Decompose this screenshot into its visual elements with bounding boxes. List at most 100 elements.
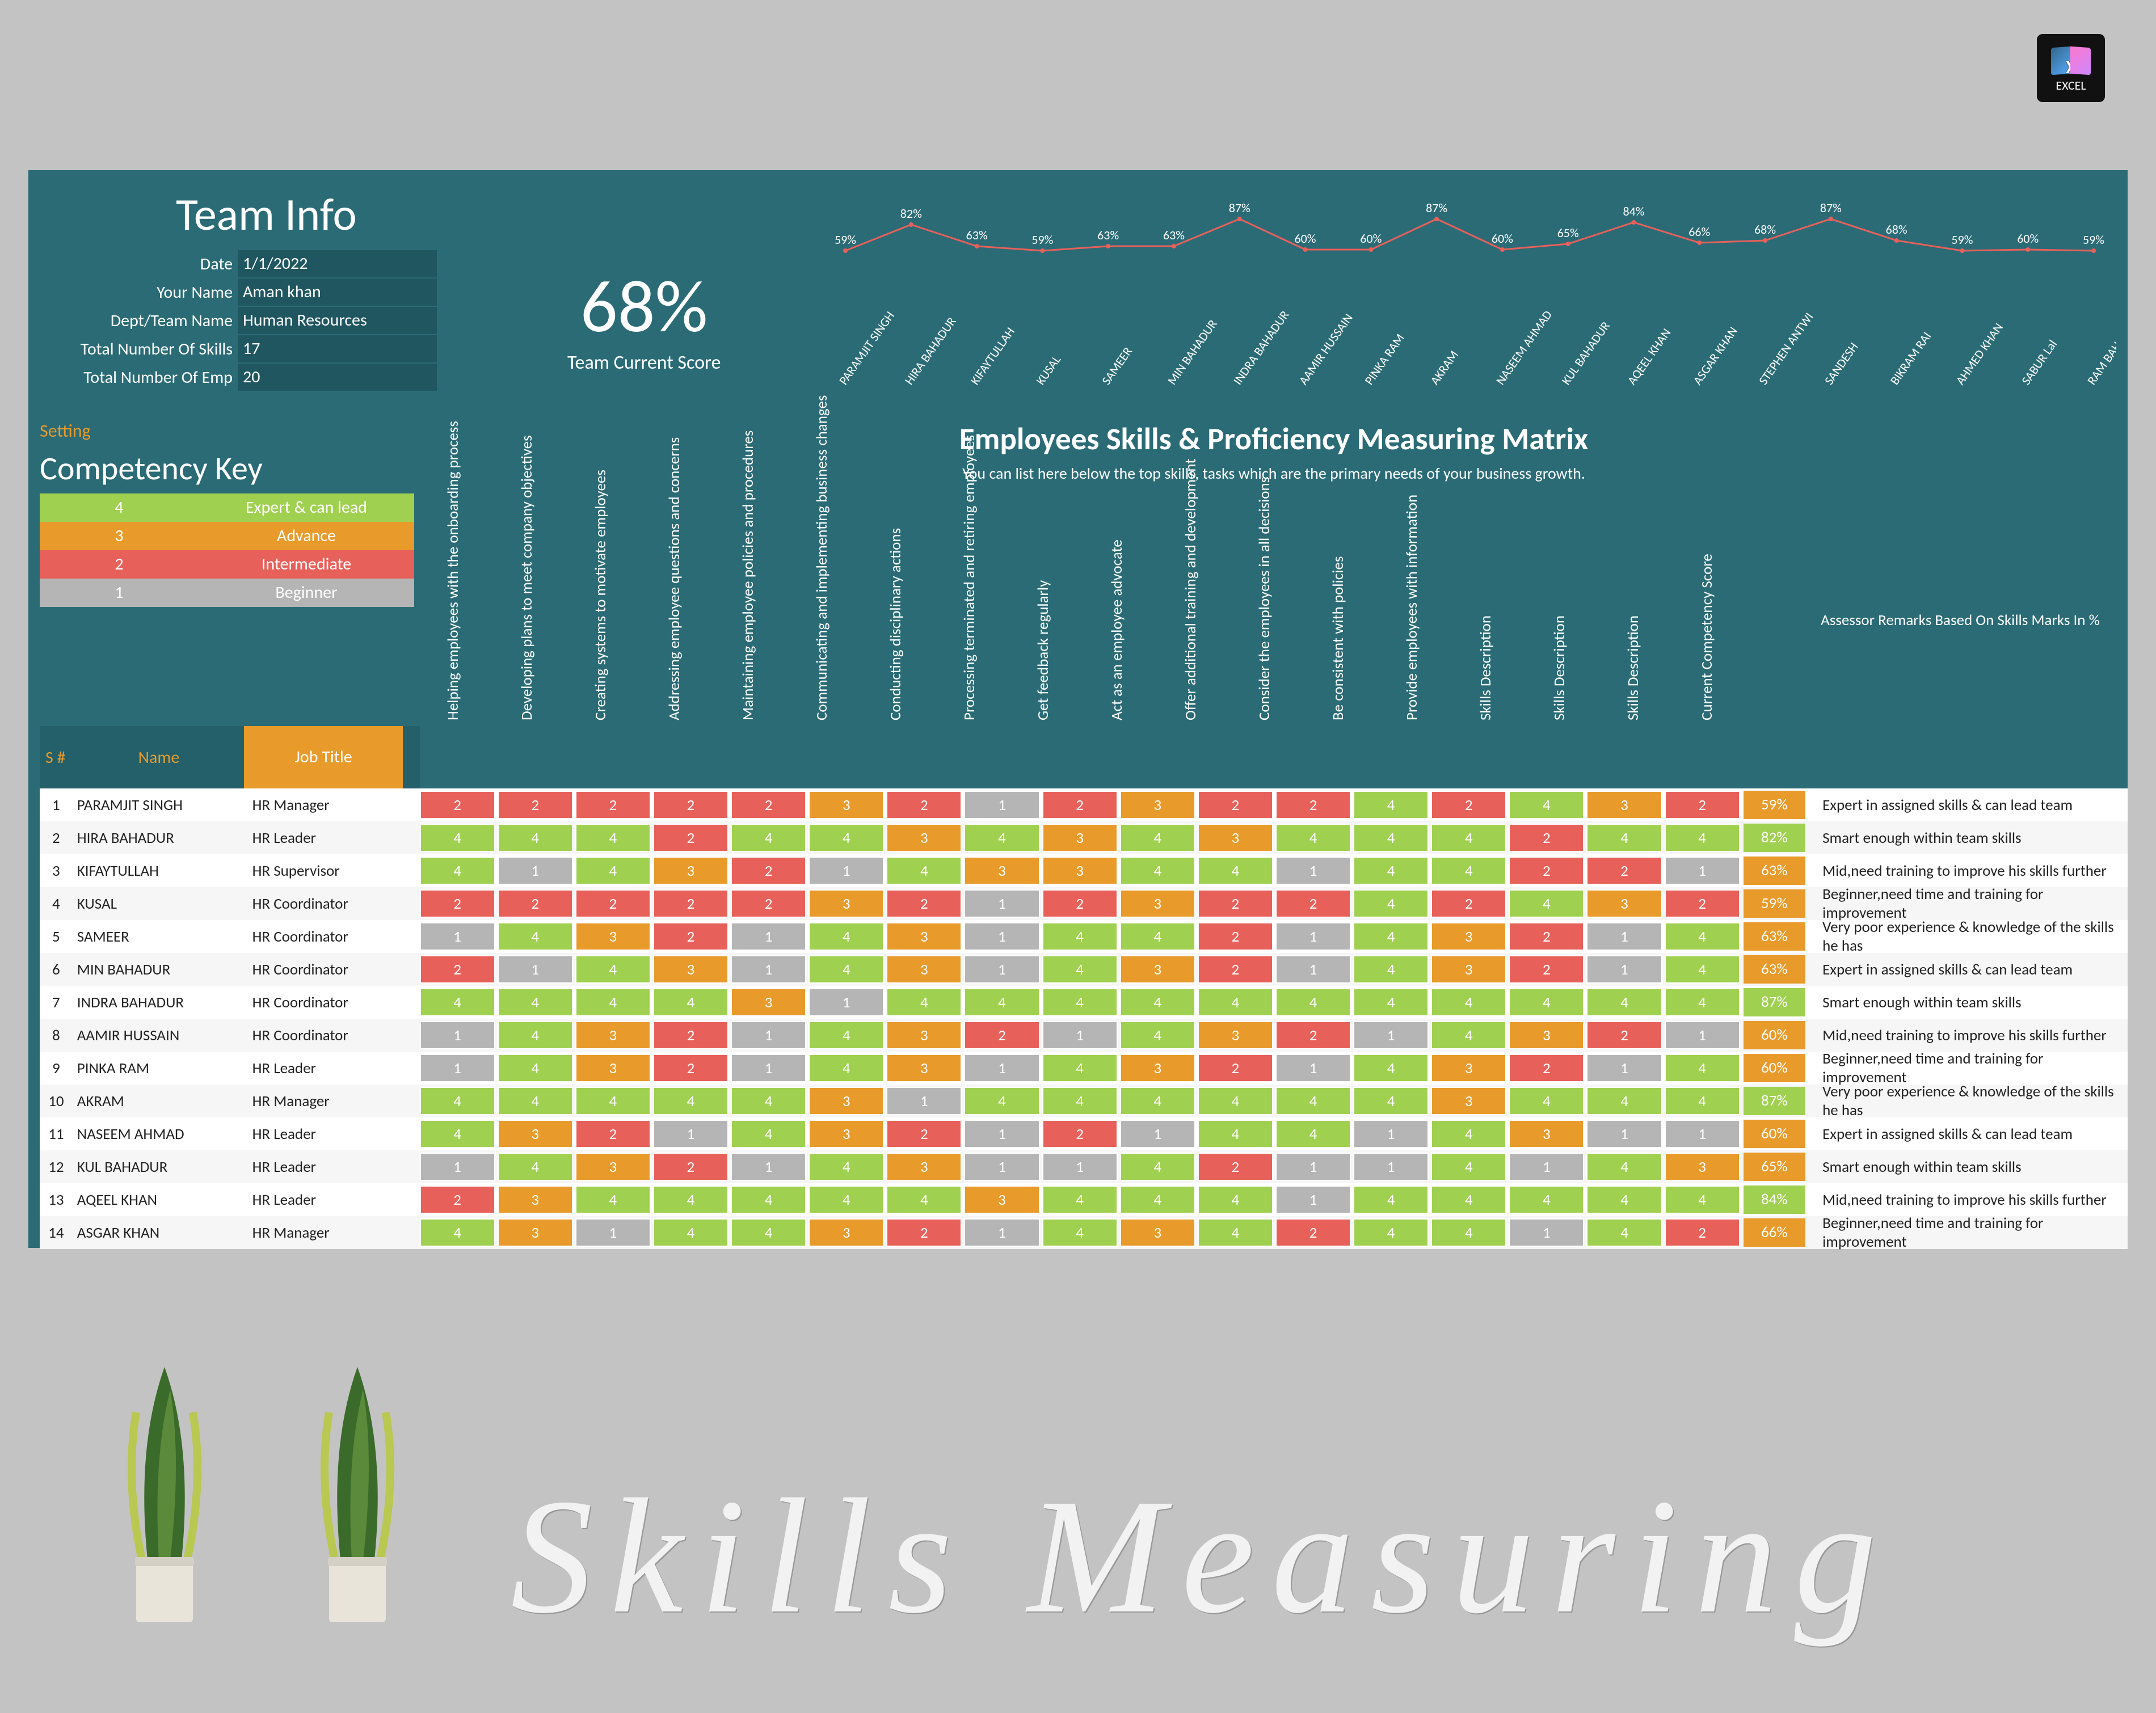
score-cell[interactable]: 1 <box>420 1153 495 1181</box>
score-cell[interactable]: 2 <box>1275 1218 1351 1247</box>
score-cell[interactable]: 3 <box>886 955 962 984</box>
score-cell[interactable]: 4 <box>1120 922 1195 951</box>
score-cell[interactable]: 2 <box>575 889 651 918</box>
score-cell[interactable]: 3 <box>498 1218 573 1247</box>
score-cell[interactable]: 4 <box>1431 824 1506 852</box>
score-cell[interactable]: 2 <box>1509 824 1584 852</box>
score-cell[interactable]: 4 <box>1120 1087 1195 1115</box>
score-cell[interactable]: 1 <box>1275 1054 1351 1082</box>
score-cell[interactable]: 4 <box>1120 857 1195 885</box>
score-cell[interactable]: 4 <box>575 1087 651 1115</box>
score-cell[interactable]: 4 <box>1509 1185 1584 1214</box>
score-cell[interactable]: 1 <box>964 1120 1039 1148</box>
score-cell[interactable]: 3 <box>1120 1054 1195 1082</box>
score-cell[interactable]: 3 <box>575 1153 651 1181</box>
score-cell[interactable]: 3 <box>1198 1021 1273 1049</box>
score-cell[interactable]: 2 <box>1509 857 1584 885</box>
score-cell[interactable]: 2 <box>1198 791 1273 819</box>
score-cell[interactable]: 1 <box>1275 857 1351 885</box>
score-cell[interactable]: 4 <box>1120 1185 1195 1214</box>
score-cell[interactable]: 4 <box>1120 1153 1195 1181</box>
score-cell[interactable]: 3 <box>653 955 729 984</box>
score-cell[interactable]: 2 <box>1198 889 1273 918</box>
score-cell[interactable]: 1 <box>1120 1120 1195 1148</box>
score-cell[interactable]: 2 <box>420 791 495 819</box>
score-cell[interactable]: 2 <box>886 889 962 918</box>
score-cell[interactable]: 2 <box>1665 791 1740 819</box>
score-cell[interactable]: 4 <box>575 955 651 984</box>
score-cell[interactable]: 1 <box>420 1054 495 1082</box>
score-cell[interactable]: 1 <box>653 1120 729 1148</box>
score-cell[interactable]: 3 <box>575 1021 651 1049</box>
score-cell[interactable]: 2 <box>1509 1054 1584 1082</box>
score-cell[interactable]: 4 <box>1120 988 1195 1016</box>
score-cell[interactable]: 1 <box>1586 955 1662 984</box>
score-cell[interactable]: 1 <box>1509 1153 1584 1181</box>
score-cell[interactable]: 4 <box>1431 988 1506 1016</box>
score-cell[interactable]: 2 <box>575 791 651 819</box>
score-cell[interactable]: 4 <box>886 1185 962 1214</box>
score-cell[interactable]: 4 <box>420 1218 495 1247</box>
score-cell[interactable]: 3 <box>1431 922 1506 951</box>
score-cell[interactable]: 2 <box>653 922 729 951</box>
score-cell[interactable]: 2 <box>886 791 962 819</box>
score-cell[interactable]: 4 <box>1353 857 1429 885</box>
score-cell[interactable]: 4 <box>1042 1185 1118 1214</box>
score-cell[interactable]: 1 <box>809 988 884 1016</box>
score-cell[interactable]: 4 <box>420 824 495 852</box>
score-cell[interactable]: 4 <box>1042 988 1118 1016</box>
score-cell[interactable]: 3 <box>575 922 651 951</box>
score-cell[interactable]: 2 <box>498 889 573 918</box>
score-cell[interactable]: 2 <box>1275 889 1351 918</box>
score-cell[interactable]: 3 <box>1509 1021 1584 1049</box>
score-cell[interactable]: 3 <box>809 791 884 819</box>
score-cell[interactable]: 4 <box>731 1087 806 1115</box>
score-cell[interactable]: 1 <box>1586 922 1662 951</box>
score-cell[interactable]: 1 <box>1275 955 1351 984</box>
score-cell[interactable]: 1 <box>1275 1185 1351 1214</box>
table-row[interactable]: 9 PINKA RAM HR Leader 14321431432143214 … <box>40 1052 2128 1085</box>
score-cell[interactable]: 4 <box>964 1087 1039 1115</box>
score-cell[interactable]: 1 <box>1586 1120 1662 1148</box>
score-cell[interactable]: 4 <box>653 1218 729 1247</box>
score-cell[interactable]: 1 <box>1665 857 1740 885</box>
score-cell[interactable]: 4 <box>964 988 1039 1016</box>
score-cell[interactable]: 3 <box>886 1021 962 1049</box>
score-cell[interactable]: 3 <box>1509 1120 1584 1148</box>
table-row[interactable]: 5 SAMEER HR Coordinator 1432143144214321… <box>40 920 2128 953</box>
score-cell[interactable]: 4 <box>1198 1087 1273 1115</box>
score-cell[interactable]: 1 <box>809 857 884 885</box>
score-cell[interactable]: 1 <box>1275 922 1351 951</box>
score-cell[interactable]: 4 <box>1665 1054 1740 1082</box>
score-cell[interactable]: 2 <box>653 824 729 852</box>
score-cell[interactable]: 4 <box>498 1021 573 1049</box>
score-cell[interactable]: 4 <box>1431 1120 1506 1148</box>
score-cell[interactable]: 4 <box>1431 1021 1506 1049</box>
score-cell[interactable]: 3 <box>1120 1218 1195 1247</box>
score-cell[interactable]: 4 <box>1353 922 1429 951</box>
score-cell[interactable]: 4 <box>731 1120 806 1148</box>
score-cell[interactable]: 4 <box>886 857 962 885</box>
score-cell[interactable]: 4 <box>1275 1087 1351 1115</box>
score-cell[interactable]: 4 <box>809 1185 884 1214</box>
score-cell[interactable]: 1 <box>498 857 573 885</box>
score-cell[interactable]: 4 <box>1042 1054 1118 1082</box>
score-cell[interactable]: 2 <box>1042 791 1118 819</box>
score-cell[interactable]: 4 <box>731 824 806 852</box>
setting-label[interactable]: Setting <box>40 420 91 442</box>
score-cell[interactable]: 4 <box>1586 1218 1662 1247</box>
score-cell[interactable]: 1 <box>420 922 495 951</box>
score-cell[interactable]: 1 <box>731 1153 806 1181</box>
score-cell[interactable]: 3 <box>498 1185 573 1214</box>
score-cell[interactable]: 2 <box>1198 922 1273 951</box>
score-cell[interactable]: 4 <box>1586 1153 1662 1181</box>
score-cell[interactable]: 4 <box>1275 1120 1351 1148</box>
score-cell[interactable]: 4 <box>498 1087 573 1115</box>
score-cell[interactable]: 4 <box>886 988 962 1016</box>
score-cell[interactable]: 4 <box>420 1087 495 1115</box>
table-row[interactable]: 13 AQEEL KHAN HR Leader 2344444344414444… <box>40 1183 2128 1216</box>
score-cell[interactable]: 4 <box>1509 791 1584 819</box>
score-cell[interactable]: 3 <box>886 824 962 852</box>
score-cell[interactable]: 4 <box>1509 988 1584 1016</box>
score-cell[interactable]: 3 <box>1431 1087 1506 1115</box>
